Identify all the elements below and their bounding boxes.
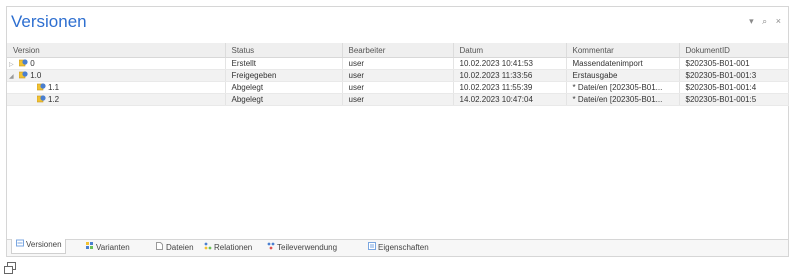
user-cell: user	[342, 57, 454, 70]
version-cell: ◢ 1.0	[7, 69, 226, 82]
docid-cell: $202305-B01-001	[679, 57, 789, 70]
tab-versionen[interactable]: Versionen	[11, 239, 66, 254]
version-label: 1.1	[48, 83, 60, 92]
docid-cell: $202305-B01-001:3	[679, 69, 789, 82]
user-cell: user	[342, 93, 454, 106]
comment-cell: Massendatenimport	[566, 57, 680, 70]
user-cell: user	[342, 69, 454, 82]
column-header-dokumentid[interactable]: DokumentID	[679, 43, 789, 58]
column-header-version[interactable]: Version	[7, 43, 226, 58]
status-cell: Abgelegt	[225, 93, 343, 106]
column-header-datum[interactable]: Datum	[453, 43, 567, 58]
tab-label: Versionen	[26, 240, 62, 249]
panel-header: Versionen ▾ ⌕ ×	[7, 7, 788, 35]
tab-label: Eigenschaften	[378, 243, 429, 252]
docid-cell: $202305-B01-001:4	[679, 81, 789, 94]
tab-relationen[interactable]: Relationen	[203, 242, 252, 254]
date-cell: 10.02.2023 11:33:56	[453, 69, 567, 82]
version-cell: 1.2	[7, 93, 226, 106]
version-icon	[37, 83, 46, 91]
tab-dateien[interactable]: Dateien	[155, 242, 194, 254]
column-header-kommentar[interactable]: Kommentar	[566, 43, 680, 58]
docid-cell: $202305-B01-001:5	[679, 93, 789, 106]
files-icon	[155, 242, 164, 254]
status-cell: Freigegeben	[225, 69, 343, 82]
relations-icon	[203, 242, 212, 254]
versions-icon	[15, 239, 24, 251]
tab-varianten[interactable]: Varianten	[85, 242, 130, 254]
pin-icon[interactable]: ⌕	[762, 16, 770, 26]
versions-table: Version Status Bearbeiter Datum Kommenta…	[7, 43, 789, 106]
version-label: 1.2	[48, 95, 60, 104]
collapse-icon[interactable]: ◢	[9, 73, 17, 80]
date-cell: 14.02.2023 10:47:04	[453, 93, 567, 106]
panel-header-icons: ▾ ⌕ ×	[749, 16, 784, 27]
window-restore-icon[interactable]	[4, 262, 16, 274]
properties-icon	[367, 242, 376, 254]
version-cell: 1.1	[7, 81, 226, 94]
version-icon	[19, 59, 28, 67]
tab-label: Dateien	[166, 243, 194, 252]
user-cell: user	[342, 81, 454, 94]
comment-cell: * Datei/en [202305-B01...	[566, 81, 680, 94]
table-row[interactable]: ▷ 0 Erstellt user 10.02.2023 10:41:53 Ma…	[7, 57, 789, 70]
table-row[interactable]: 1.1 Abgelegt user 10.02.2023 11:55:39 * …	[7, 81, 789, 94]
part-usage-icon	[266, 242, 275, 254]
version-cell: ▷ 0	[7, 57, 226, 70]
status-cell: Erstellt	[225, 57, 343, 70]
column-header-status[interactable]: Status	[225, 43, 343, 58]
date-cell: 10.02.2023 10:41:53	[453, 57, 567, 70]
version-label: 1.0	[30, 71, 42, 80]
date-cell: 10.02.2023 11:55:39	[453, 81, 567, 94]
tab-teileverwendung[interactable]: Teileverwendung	[266, 242, 337, 254]
tab-label: Varianten	[96, 243, 130, 252]
table-row[interactable]: ◢ 1.0 Freigegeben user 10.02.2023 11:33:…	[7, 69, 789, 82]
status-cell: Abgelegt	[225, 81, 343, 94]
version-icon	[37, 95, 46, 103]
tab-eigenschaften[interactable]: Eigenschaften	[367, 242, 429, 254]
bottom-tab-bar: Versionen Varianten Dateien Relationen T…	[7, 239, 788, 256]
column-header-bearbeiter[interactable]: Bearbeiter	[342, 43, 454, 58]
close-icon[interactable]: ×	[776, 16, 784, 26]
comment-cell: Erstausgabe	[566, 69, 680, 82]
tab-label: Teileverwendung	[277, 243, 338, 252]
expand-icon[interactable]: ▷	[9, 61, 17, 68]
version-label: 0	[30, 59, 35, 68]
tab-label: Relationen	[214, 243, 253, 252]
panel-title: Versionen	[11, 12, 87, 31]
versions-panel: Versionen ▾ ⌕ × Version Status Bearbeite…	[6, 6, 789, 257]
table-header-row: Version Status Bearbeiter Datum Kommenta…	[7, 43, 789, 58]
dropdown-icon[interactable]: ▾	[749, 16, 757, 26]
variants-icon	[85, 242, 94, 254]
version-icon	[19, 71, 28, 79]
table-row[interactable]: 1.2 Abgelegt user 14.02.2023 10:47:04 * …	[7, 93, 789, 106]
comment-cell: * Datei/en [202305-B01...	[566, 93, 680, 106]
